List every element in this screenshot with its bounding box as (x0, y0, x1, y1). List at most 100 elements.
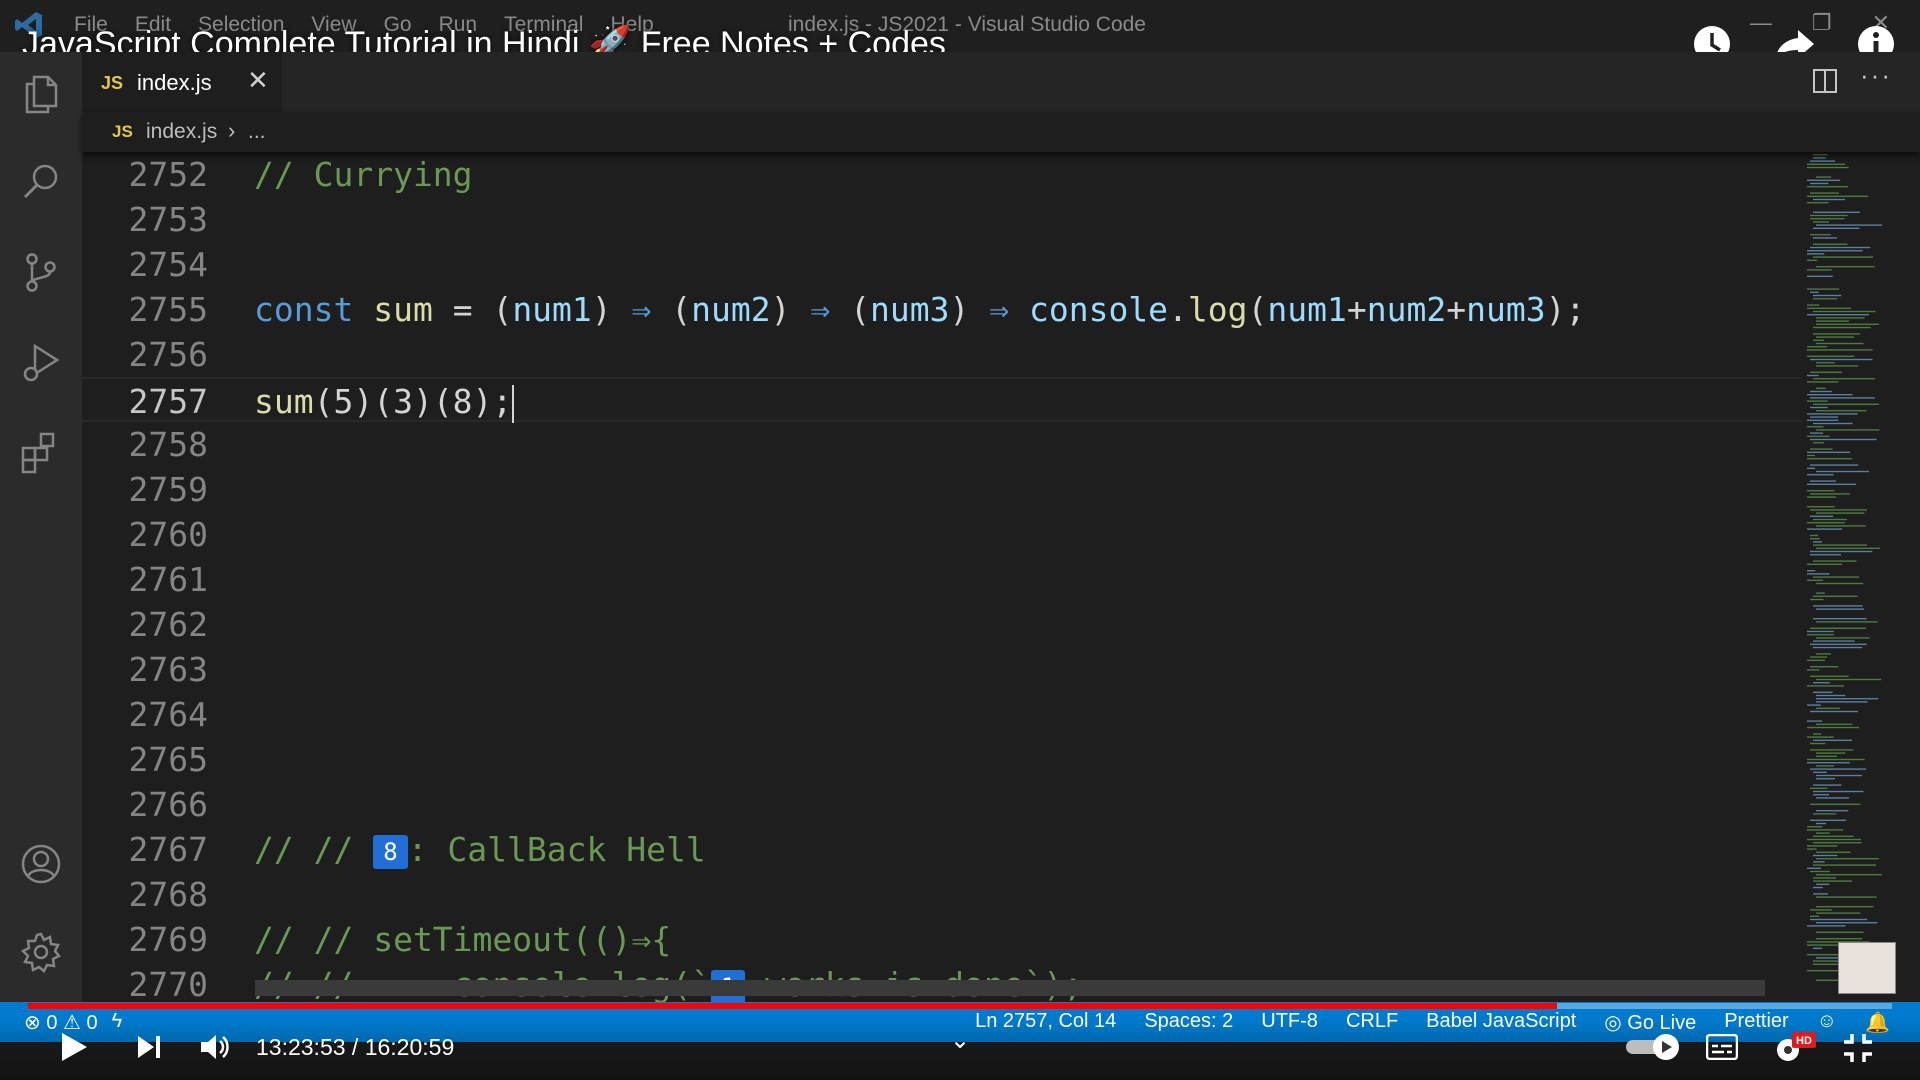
minimap-line (1816, 912, 1861, 914)
close-icon[interactable]: ✕ (247, 65, 269, 96)
minimap-line (1816, 362, 1835, 364)
minimap-line (1813, 221, 1829, 223)
minimap-line (1807, 381, 1839, 383)
settings-icon[interactable] (17, 928, 65, 976)
minimap-line (1807, 685, 1844, 687)
minimap-line (1810, 554, 1842, 556)
minimap-line (1807, 426, 1824, 428)
minimap-line (1813, 880, 1853, 882)
minimap-line (1807, 483, 1856, 485)
source-control-icon[interactable] (17, 248, 65, 296)
account-icon[interactable] (17, 840, 65, 888)
minimap-line (1816, 582, 1864, 585)
minimap-line (1807, 634, 1834, 636)
line-number: 2752 (128, 155, 208, 194)
minimap-line (1807, 704, 1821, 706)
minimap-line (1807, 829, 1844, 831)
horizontal-scrollbar[interactable] (255, 980, 1765, 996)
minimap-line (1807, 458, 1853, 460)
minimap-line (1816, 906, 1874, 908)
code-line: 2769 // // setTimeout(()⇒{ (82, 917, 1802, 962)
comment-body: : CallBack Hell (407, 830, 706, 869)
files-icon[interactable] (17, 70, 65, 118)
minimap-line (1807, 250, 1863, 252)
arguments-token: (5)(3)(8); (313, 382, 513, 421)
minimap-line (1813, 560, 1857, 562)
minimap-line (1807, 435, 1830, 437)
split-editor-icon[interactable] (1810, 66, 1840, 96)
code-editor[interactable]: 2752 // Currying 2753 2754 2755 const su… (82, 152, 1802, 1004)
minimap-line (1810, 534, 1819, 537)
minimap-line (1807, 630, 1834, 633)
comment-prefix: // // (254, 830, 374, 869)
minimap-line (1813, 691, 1833, 693)
search-icon[interactable] (17, 158, 65, 206)
arrow-token: ⇒ (969, 290, 1029, 329)
minimap-line (1810, 390, 1832, 393)
minimap-line (1807, 720, 1823, 722)
minimap-line (1813, 771, 1827, 773)
minimap-line (1807, 275, 1833, 277)
minimap-line (1810, 598, 1824, 601)
minimap-line (1807, 400, 1828, 402)
run-debug-icon[interactable] (17, 338, 65, 386)
minimap-thumbnail[interactable] (1838, 942, 1896, 994)
minimap-line (1810, 768, 1867, 770)
minimap-line (1816, 896, 1877, 898)
more-actions-icon[interactable]: ··· (1860, 60, 1892, 91)
minimap-line (1813, 256, 1874, 258)
minimap[interactable] (1805, 152, 1895, 992)
comment-text: // Currying (254, 155, 473, 194)
minimap-line (1813, 794, 1830, 796)
minimap-line (1813, 682, 1830, 684)
identifier-token: sum (353, 290, 433, 329)
minimap-line (1813, 378, 1876, 380)
minimap-line (1810, 406, 1828, 409)
minimap-line (1807, 579, 1824, 581)
line-number: 2757 (128, 382, 208, 421)
minimap-line (1816, 701, 1868, 703)
code-line: 2767 // // 8: CallBack Hell (82, 827, 1802, 872)
minimap-line (1813, 842, 1862, 844)
object-token: console (1028, 290, 1169, 329)
breadcrumb-file[interactable]: index.js (146, 120, 217, 144)
minimap-line (1807, 736, 1834, 738)
exit-fullscreen-icon[interactable] (1842, 1032, 1874, 1064)
minimap-line (1813, 739, 1852, 741)
chevron-down-icon[interactable]: ⌄ (950, 1026, 970, 1055)
next-icon[interactable] (134, 1032, 164, 1062)
settings-hd-icon[interactable]: HD (1772, 1030, 1816, 1066)
minimap-line (1810, 710, 1858, 713)
breadcrumb-symbol[interactable]: ... (248, 120, 266, 144)
line-number: 2769 (128, 920, 208, 959)
minimap-line (1813, 605, 1863, 607)
minimap-line (1816, 320, 1849, 322)
minimap-line (1810, 234, 1831, 236)
minimap-line (1807, 346, 1828, 348)
minimap-line (1807, 563, 1842, 565)
vertical-scrollbar[interactable] (1896, 152, 1920, 992)
minimap-line (1807, 522, 1845, 524)
play-icon[interactable] (56, 1030, 90, 1064)
code-line: 2762 (82, 602, 1802, 647)
minimap-line (1816, 694, 1846, 697)
minimap-line (1807, 838, 1862, 841)
minimap-line (1816, 470, 1870, 473)
volume-icon[interactable] (198, 1030, 232, 1064)
text-cursor (512, 384, 515, 423)
minimap-line (1810, 448, 1833, 450)
tab-index-js[interactable]: JS index.js ✕ (82, 52, 282, 112)
code-line: 2754 (82, 242, 1802, 287)
minimap-line (1813, 864, 1876, 866)
autoplay-toggle[interactable] (1624, 1032, 1684, 1062)
minimap-line (1810, 182, 1829, 185)
code-text: sum(5)(3)(8); (254, 379, 515, 424)
minimap-line (1813, 541, 1823, 543)
minimap-line (1816, 512, 1865, 514)
minimap-line (1813, 544, 1867, 546)
subtitles-icon[interactable] (1706, 1034, 1738, 1060)
minimap-line (1807, 506, 1835, 508)
extensions-icon[interactable] (17, 428, 65, 476)
code-line: 2756 (82, 332, 1802, 377)
video-progress-bar[interactable] (28, 1003, 1892, 1009)
